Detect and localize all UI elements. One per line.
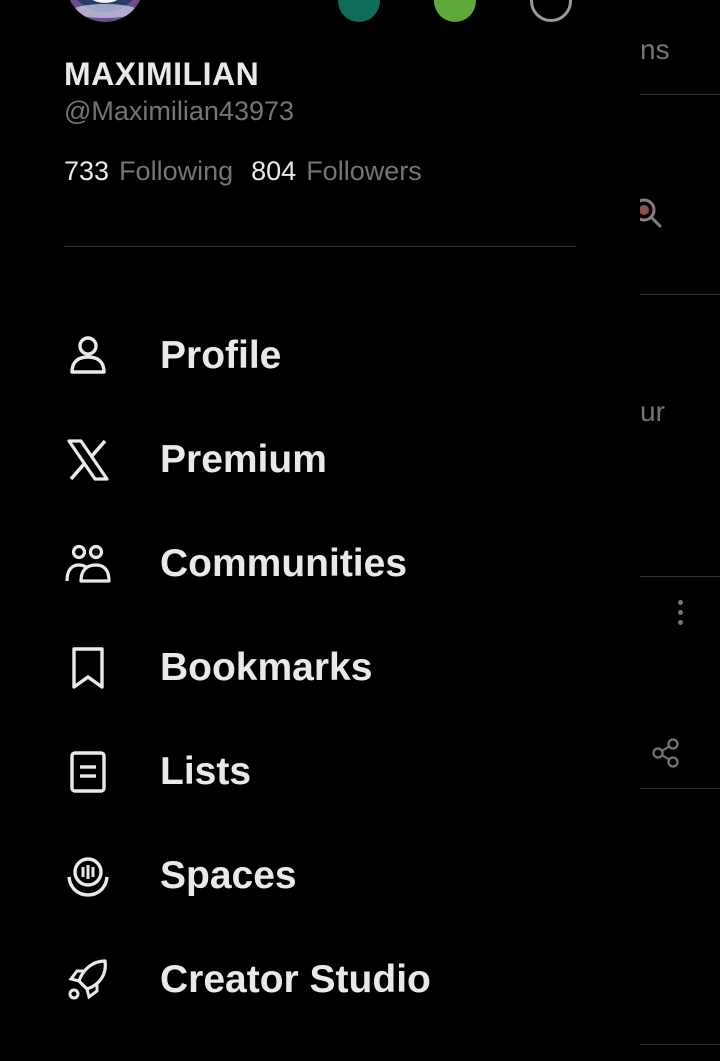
background-timeline: ns ur: [640, 0, 720, 1061]
other-account-avatar[interactable]: [434, 0, 476, 22]
followers-link[interactable]: 804 Followers: [251, 156, 422, 187]
other-account-avatar[interactable]: [338, 0, 380, 22]
more-options-icon[interactable]: [676, 600, 684, 628]
following-label: Following: [119, 156, 234, 186]
communities-icon: [64, 540, 112, 588]
spaces-icon: [64, 852, 112, 900]
drawer-divider: [64, 246, 576, 247]
user-handle: @Maximilian43973: [64, 96, 295, 126]
menu-item-spaces[interactable]: Spaces: [64, 824, 584, 928]
timeline-divider: [640, 576, 720, 577]
timeline-divider: [640, 1044, 720, 1045]
share-icon[interactable]: [652, 738, 680, 768]
bookmark-icon: [64, 644, 112, 692]
follow-stats: 733 Following 804 Followers: [64, 156, 422, 187]
followers-label: Followers: [306, 156, 422, 186]
menu-item-label: Lists: [160, 750, 252, 793]
list-icon: [64, 748, 112, 796]
navigation-drawer: MAXIMILIAN @Maximilian43973 733 Followin…: [0, 0, 640, 1061]
person-icon: [64, 332, 112, 380]
rocket-icon: [64, 956, 112, 1004]
display-name[interactable]: MAXIMILIAN: [64, 56, 259, 93]
magnifier-icon: [640, 198, 662, 228]
timeline-divider: [640, 294, 720, 295]
other-account-avatar[interactable]: [530, 0, 572, 22]
menu-item-label: Communities: [160, 542, 408, 585]
following-link[interactable]: 733 Following: [64, 156, 233, 187]
app-screen: ns ur MAXIMILIAN @Maximilian43973 733 Fo…: [0, 0, 720, 1061]
timeline-divider: [640, 94, 720, 95]
timeline-text-fragment: ur: [640, 396, 665, 427]
menu-item-lists[interactable]: Lists: [64, 720, 584, 824]
x-logo-icon: [64, 436, 112, 484]
menu-item-label: Spaces: [160, 854, 297, 897]
drawer-menu: Profile Premium Communities Bookmarks Li…: [64, 304, 584, 1032]
menu-item-premium[interactable]: Premium: [64, 408, 584, 512]
menu-item-label: Creator Studio: [160, 958, 431, 1001]
menu-item-label: Bookmarks: [160, 646, 373, 689]
menu-item-label: Profile: [160, 334, 282, 377]
following-count: 733: [64, 156, 110, 186]
avatar[interactable]: [66, 0, 144, 22]
timeline-text-fragment: ns: [640, 34, 670, 65]
timeline-divider: [640, 788, 720, 789]
menu-item-communities[interactable]: Communities: [64, 512, 584, 616]
followers-count: 804: [251, 156, 297, 186]
menu-item-creator-studio[interactable]: Creator Studio: [64, 928, 584, 1032]
menu-item-bookmarks[interactable]: Bookmarks: [64, 616, 584, 720]
menu-item-label: Premium: [160, 438, 327, 481]
menu-item-profile[interactable]: Profile: [64, 304, 584, 408]
